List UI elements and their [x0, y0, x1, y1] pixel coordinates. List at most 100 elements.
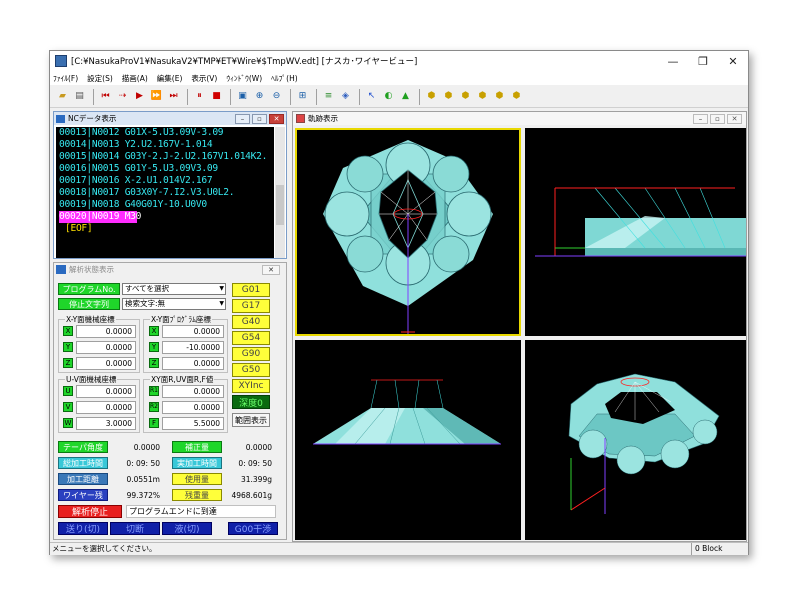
menu-window[interactable]: ｳｨﾝﾄﾞｳ(W)	[226, 73, 262, 84]
x-program-value: 0.0000	[162, 325, 224, 338]
fast-forward-icon[interactable]: ⏩	[149, 89, 164, 104]
menu-help[interactable]: ﾍﾙﾌﾟ(H)	[271, 73, 298, 84]
nc-close-button[interactable]: ✕	[269, 113, 284, 124]
open-folder-icon[interactable]: ▰	[55, 89, 70, 104]
nc-line[interactable]: 00016|N0015 G01Y-5.U3.09V3.09	[59, 163, 274, 175]
iso-view-icon[interactable]: ⬢	[424, 89, 439, 104]
axis-r1-label: R1	[149, 386, 159, 396]
top-view-canvas[interactable]	[295, 128, 521, 336]
fit-all-icon[interactable]: ⊞	[295, 89, 310, 104]
program-no-button[interactable]: プログラムNo.	[58, 283, 120, 295]
menu-draw[interactable]: 描画(A)	[122, 73, 148, 84]
front-view-icon[interactable]: ⬢	[441, 89, 456, 104]
top-view-icon[interactable]: ⬢	[475, 89, 490, 104]
used-amount-value: 31.399g	[224, 473, 276, 485]
front-view-canvas[interactable]	[295, 340, 521, 540]
side-view-icon[interactable]: ⬢	[458, 89, 473, 104]
minimize-button[interactable]: —	[658, 55, 688, 68]
print-icon[interactable]: ▤	[72, 89, 87, 104]
xy-r-label: XY面R,UV面R,F値	[150, 374, 215, 385]
menu-file[interactable]: ﾌｧｲﾙ(F)	[53, 73, 78, 84]
window-title: [C:¥NasukaProV1¥NasukaV2¥TMP¥ET¥Wire¥$Tm…	[71, 57, 418, 67]
trace-minimize-button[interactable]: –	[693, 113, 708, 124]
nc-line[interactable]: 00013|N0012 G01X-5.U3.09V-3.09	[59, 127, 274, 139]
nc-line[interactable]: 00017|N0016 X-2.U1.014V2.167	[59, 175, 274, 187]
maximize-button[interactable]: ❐	[688, 55, 718, 68]
analysis-window-icon	[56, 265, 66, 274]
trace-maximize-button[interactable]: ▫	[710, 113, 725, 124]
gcode-g50[interactable]: G50	[232, 363, 270, 377]
zoom-out-icon[interactable]: ⊖	[269, 89, 284, 104]
gcode-g17[interactable]: G17	[232, 299, 270, 313]
nc-line[interactable]: 00018|N0017 G03X0Y-7.I2.V3.U0L2.	[59, 187, 274, 199]
nc-listing[interactable]: 00013|N0012 G01X-5.U3.09V-3.09 00014|N00…	[56, 127, 274, 258]
nc-maximize-button[interactable]: ▫	[252, 113, 267, 124]
nc-scrollbar[interactable]	[275, 127, 285, 258]
stop-string-button[interactable]: 停止文字列	[58, 298, 120, 310]
used-amount-label: 使用量	[172, 473, 222, 485]
g00-interference-button[interactable]: G00干渉	[228, 522, 278, 535]
nc-line[interactable]: 00015|N0014 G03Y-2.J-2.U2.167V1.014K2.	[59, 151, 274, 163]
sound-icon[interactable]: ◐	[381, 89, 396, 104]
search-select[interactable]: 検索文字:無 ▼	[122, 298, 226, 310]
layer-icon[interactable]: ≡	[321, 89, 336, 104]
liquid-off-button[interactable]: 液(切)	[162, 522, 212, 535]
menu-bar: ﾌｧｲﾙ(F) 設定(S) 描画(A) 編集(E) 表示(V) ｳｨﾝﾄﾞｳ(W…	[50, 71, 748, 85]
first-icon[interactable]: ⏮	[98, 89, 113, 104]
bottom-view-icon[interactable]: ⬢	[492, 89, 507, 104]
menu-edit[interactable]: 編集(E)	[157, 73, 183, 84]
xy-inc-button[interactable]: XYInc	[232, 379, 270, 393]
nc-line[interactable]: 00014|N0013 Y2.U2.167V-1.014	[59, 139, 274, 151]
y-program-value: -10.0000	[162, 341, 224, 354]
gcode-g01[interactable]: G01	[232, 283, 270, 297]
xy-program-label: X-Y面ﾌﾟﾛｸﾞﾗﾑ座標	[150, 314, 212, 325]
close-button[interactable]: ✕	[718, 55, 748, 68]
menu-view[interactable]: 表示(V)	[191, 73, 217, 84]
depth-indicator: 深度0	[232, 395, 270, 409]
r2-value: 0.0000	[162, 401, 224, 414]
wire-remaining-label: ワイヤー残	[58, 489, 108, 501]
trace-window: 軌跡表示 – ▫ ✕	[292, 111, 747, 542]
trace-window-icon	[296, 114, 305, 123]
menu-settings[interactable]: 設定(S)	[87, 73, 113, 84]
taper-angle-value: 0.0000	[110, 441, 164, 453]
range-display-button[interactable]: 範囲表示	[232, 413, 270, 427]
trace-close-button[interactable]: ✕	[727, 113, 742, 124]
gcode-g40[interactable]: G40	[232, 315, 270, 329]
pause-icon[interactable]: ⏸	[192, 89, 207, 104]
axis-x-label: X	[63, 326, 73, 336]
analysis-message: プログラムエンドに到達	[126, 505, 276, 518]
axis-icon[interactable]: ↖	[364, 89, 379, 104]
four-view-icon[interactable]: ⬢	[509, 89, 524, 104]
iso-view-canvas[interactable]	[525, 340, 746, 540]
nc-scroll-thumb[interactable]	[276, 185, 284, 225]
stop-icon[interactable]: ■	[209, 89, 224, 104]
status-bar: メニューを選択してください。 0 Block	[50, 542, 748, 555]
feed-off-button[interactable]: 送り(切)	[58, 522, 108, 535]
program-select[interactable]: すべてを選択 ▼	[122, 283, 226, 295]
block-count: 0 Block	[691, 543, 747, 555]
zoom-in-icon[interactable]: ⊕	[252, 89, 267, 104]
remaining-weight-label: 残重量	[172, 489, 222, 501]
axis-u-label: U	[63, 386, 73, 396]
cut-button[interactable]: 切断	[110, 522, 160, 535]
step-in-icon[interactable]: ⇢	[115, 89, 130, 104]
gcode-g54[interactable]: G54	[232, 331, 270, 345]
cube-view-icon[interactable]: ◈	[338, 89, 353, 104]
gcode-g90[interactable]: G90	[232, 347, 270, 361]
play-icon[interactable]: ▶	[132, 89, 147, 104]
chevron-down-icon: ▼	[219, 300, 224, 307]
status-message: メニューを選択してください。	[52, 544, 157, 553]
total-time-label: 総加工時間	[58, 457, 108, 469]
solid-icon[interactable]: ▲	[398, 89, 413, 104]
axis-z-label: Z	[149, 358, 159, 368]
r1-value: 0.0000	[162, 385, 224, 398]
side-view-canvas[interactable]	[525, 128, 746, 336]
nc-minimize-button[interactable]: –	[235, 113, 250, 124]
nc-line-selected[interactable]: 00020|N0019 M30	[59, 211, 141, 223]
analysis-stop-button[interactable]: 解析停止	[58, 505, 122, 518]
analysis-close-button[interactable]: ✕	[262, 264, 280, 275]
zoom-window-icon[interactable]: ▣	[235, 89, 250, 104]
nc-line[interactable]: 00019|N0018 G40G01Y-10.U0V0	[59, 199, 274, 211]
last-icon[interactable]: ⏭	[166, 89, 181, 104]
